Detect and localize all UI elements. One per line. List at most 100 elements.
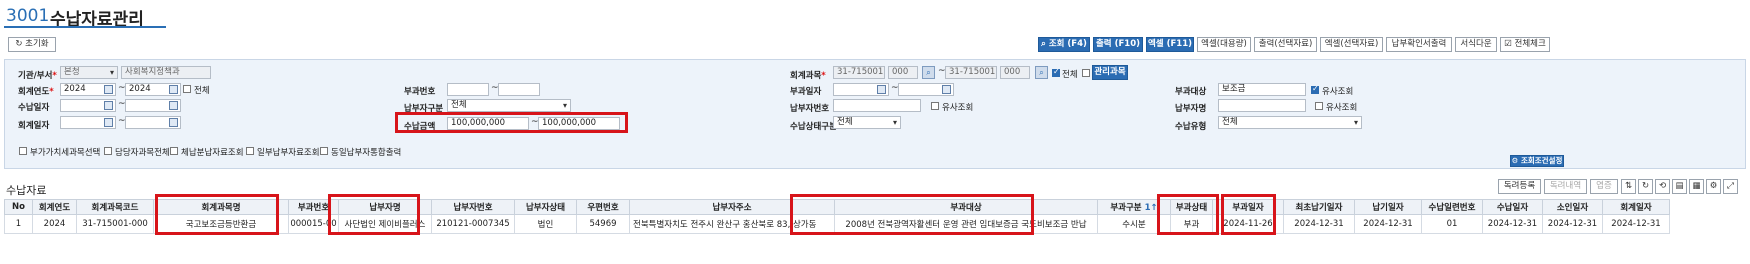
payer-name-similar-label: 유사조회: [1326, 103, 1358, 113]
account-subject-to-input[interactable]: 31-715001: [945, 66, 997, 79]
col-header-no[interactable]: No: [4, 199, 33, 215]
columns-icon[interactable]: ▦: [1689, 179, 1704, 194]
col-header-fiscal-year[interactable]: 회계연도: [32, 199, 77, 215]
col-header-due-date[interactable]: 납기일자: [1354, 199, 1422, 215]
payer-name-similar-checkbox[interactable]: [1315, 102, 1323, 110]
check-all-button[interactable]: ☑ 전체체크: [1500, 37, 1550, 52]
cell-receipt-serial: 01: [1421, 214, 1483, 234]
account-subject-to-sub-input[interactable]: 000: [1000, 66, 1030, 79]
payer-no-input[interactable]: [833, 99, 921, 112]
opt-owner-all-checkbox[interactable]: [104, 147, 112, 155]
highlight-box: [790, 194, 1034, 235]
opt-same-payer-checkbox[interactable]: [320, 147, 328, 155]
col-header-receipt-serial[interactable]: 수납일련번호: [1421, 199, 1483, 215]
receipt-type-select[interactable]: 전체: [1218, 116, 1362, 129]
opt-vat-label: 부가가치세과목선택: [30, 148, 101, 158]
export-icon[interactable]: ▤: [1672, 179, 1687, 194]
reset-label: 초기화: [25, 39, 49, 49]
print-selected-button[interactable]: 출력(선택자료): [1254, 37, 1317, 52]
manage-subject-checkbox[interactable]: [1082, 69, 1090, 77]
levy-no-label: 부과번호: [404, 87, 436, 97]
fiscal-year-to-input[interactable]: 2024: [125, 83, 181, 96]
highlight-box: [328, 194, 420, 235]
account-date-from-input[interactable]: [60, 116, 116, 129]
levy-no-to-input[interactable]: [498, 83, 540, 96]
cell-stamp-date: 2024-12-31: [1542, 214, 1603, 234]
account-subject-all-checkbox[interactable]: [1052, 67, 1060, 77]
account-date-label: 회계일자: [18, 121, 50, 131]
levy-target-similar-label: 유사조회: [1322, 87, 1354, 97]
similar-search-checkbox[interactable]: [931, 102, 939, 110]
search-icon[interactable]: ⌕: [1035, 66, 1048, 79]
payment-confirm-print-button[interactable]: 납부확인서출력: [1386, 37, 1452, 52]
opt-arrears-checkbox[interactable]: [170, 147, 178, 155]
account-date-to-input[interactable]: [125, 116, 181, 129]
calendar-icon[interactable]: [169, 118, 178, 127]
search-icon[interactable]: ⌕: [922, 66, 935, 79]
condition-settings-label: 조회조건설정: [1520, 156, 1563, 165]
col-header-receipt-date[interactable]: 수납일자: [1482, 199, 1543, 215]
refresh-icon[interactable]: ↻: [1638, 179, 1653, 194]
excel-button[interactable]: 엑셀 (F11): [1146, 37, 1194, 52]
fiscal-year-label: 회계연도*: [18, 87, 54, 97]
receipt-date-from-input[interactable]: [60, 99, 116, 112]
fiscal-year-from-input[interactable]: 2024: [60, 83, 116, 96]
calendar-icon[interactable]: [877, 85, 886, 94]
receipt-type-label: 수납유형: [1175, 122, 1207, 132]
calendar-icon[interactable]: [104, 85, 113, 94]
calendar-icon[interactable]: [942, 85, 951, 94]
reset-button[interactable]: ↻ 초기화: [8, 37, 56, 52]
search-button[interactable]: ⌕ 조회 (F4): [1038, 37, 1090, 52]
save-button[interactable]: 엽증: [1590, 179, 1618, 194]
cell-payer-status: 법인: [514, 214, 577, 234]
account-subject-from-sub-input[interactable]: 000: [888, 66, 918, 79]
col-header-postcode[interactable]: 우편번호: [576, 199, 630, 215]
opt-partial-label: 일부납부자료조회: [257, 148, 320, 158]
org-branch-select[interactable]: 본청: [60, 66, 118, 79]
levy-date-to-input[interactable]: [898, 83, 954, 96]
similar-search-label: 유사조회: [942, 103, 974, 113]
excel-selected-button[interactable]: 엑셀(선택자료): [1320, 37, 1383, 52]
payer-name-input[interactable]: [1218, 99, 1306, 112]
highlight-box: [395, 112, 628, 133]
manage-subject-button[interactable]: 관리과목: [1092, 65, 1128, 80]
levy-target-input[interactable]: 보조금: [1218, 83, 1306, 96]
excel-large-button[interactable]: 엑셀(대용량): [1197, 37, 1251, 52]
opt-partial-checkbox[interactable]: [246, 147, 254, 155]
col-header-account-date[interactable]: 회계일자: [1602, 199, 1670, 215]
levy-no-from-input[interactable]: [447, 83, 489, 96]
fiscal-year-all-checkbox[interactable]: [183, 85, 191, 93]
print-button[interactable]: 출력 (F10): [1093, 37, 1143, 52]
gear-icon[interactable]: ⚙: [1706, 179, 1721, 194]
receipt-status-select[interactable]: 전체: [833, 116, 901, 129]
format-download-button[interactable]: 서식다운: [1455, 37, 1497, 52]
calendar-icon[interactable]: [169, 85, 178, 94]
col-header-stamp-date[interactable]: 소인일자: [1542, 199, 1603, 215]
opt-vat-checkbox[interactable]: [19, 147, 27, 155]
calendar-icon[interactable]: [104, 118, 113, 127]
expand-icon[interactable]: ⤢: [1723, 179, 1738, 194]
opt-arrears-label: 체납분납자료조회: [181, 148, 244, 158]
cell-first-due-date: 2024-12-31: [1283, 214, 1355, 234]
sort-icon[interactable]: ⇅: [1621, 179, 1636, 194]
levy-date-from-input[interactable]: [833, 83, 889, 96]
account-subject-all-label: 전체: [1062, 70, 1078, 80]
col-header-payer-status[interactable]: 납부자상태: [514, 199, 577, 215]
sort-indicator[interactable]: 1↑: [1145, 203, 1158, 213]
col-header-payer-no[interactable]: 납부자번호: [431, 199, 515, 215]
condition-settings-button[interactable]: ⚙ 조회조건설정: [1510, 155, 1564, 167]
history-button[interactable]: 독려내역: [1544, 179, 1587, 194]
calendar-icon[interactable]: [104, 101, 113, 110]
account-subject-from-input[interactable]: 31-715001: [833, 66, 885, 79]
levy-target-similar-checkbox[interactable]: [1311, 84, 1319, 94]
org-dept-field[interactable]: 사회복지정책과: [121, 66, 211, 79]
col-header-subject-code[interactable]: 회계과목코드: [76, 199, 154, 215]
payer-type-select[interactable]: 전체: [447, 99, 571, 112]
calendar-icon[interactable]: [169, 101, 178, 110]
undo-icon[interactable]: ⟲: [1655, 179, 1670, 194]
register-button[interactable]: 독려등록: [1498, 179, 1541, 194]
grid-section-title: 수납자료: [6, 184, 47, 197]
receipt-date-to-input[interactable]: [125, 99, 181, 112]
col-header-first-due-date[interactable]: 최초납기일자: [1283, 199, 1355, 215]
receipt-status-label: 수납상태구분: [790, 122, 837, 132]
